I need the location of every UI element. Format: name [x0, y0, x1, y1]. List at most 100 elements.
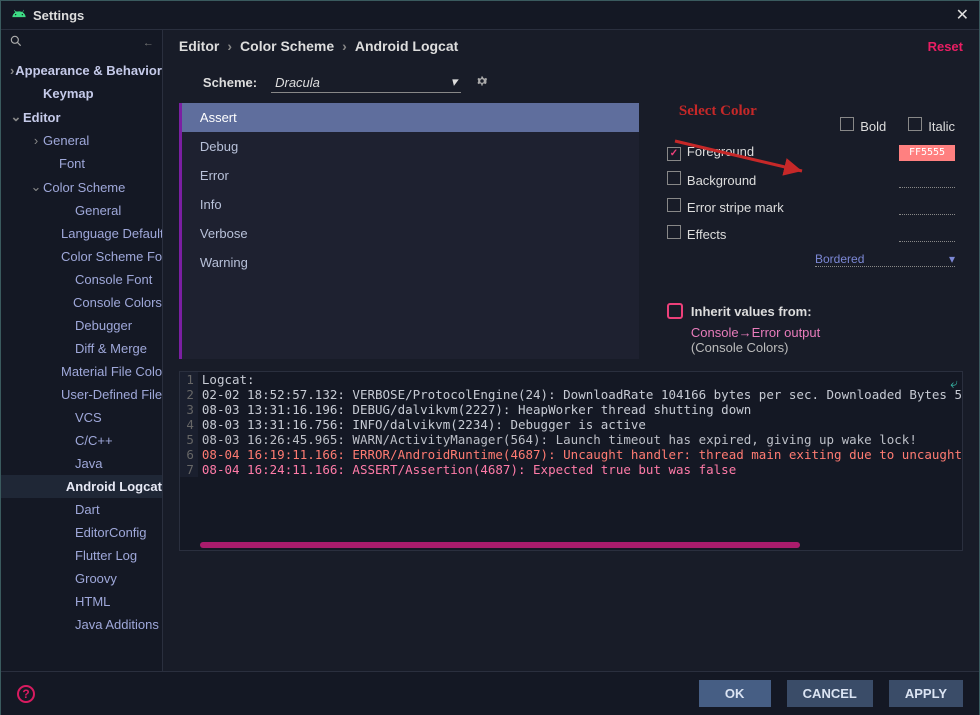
background-option[interactable]: Background	[667, 171, 756, 188]
sidebar-item[interactable]: C/C++	[1, 429, 162, 452]
line-number: 4	[180, 417, 198, 432]
preview-text: 08-04 16:19:11.166: ERROR/AndroidRuntime…	[198, 447, 962, 462]
sidebar-item[interactable]: Color Scheme Font	[1, 245, 162, 268]
sidebar-item[interactable]: Groovy	[1, 567, 162, 590]
sidebar-item[interactable]: Console Colors	[1, 291, 162, 314]
gear-icon[interactable]	[475, 74, 489, 91]
sidebar-item[interactable]: ›Appearance & Behavior	[1, 59, 162, 82]
sidebar-item-label: Android Logcat	[66, 479, 162, 494]
footer: ? OK CANCEL APPLY	[1, 671, 979, 715]
preview-text: 08-03 16:26:45.965: WARN/ActivityManager…	[198, 432, 917, 447]
background-color-swatch[interactable]	[899, 172, 955, 188]
breadcrumb-c: Android Logcat	[355, 38, 458, 54]
preview-line: 202-02 18:52:57.132: VERBOSE/ProtocolEng…	[180, 387, 962, 402]
horizontal-scrollbar[interactable]	[200, 542, 800, 548]
effects-color-swatch[interactable]	[899, 226, 955, 242]
ok-button[interactable]: OK	[699, 680, 771, 707]
scheme-select[interactable]: Dracula ▾	[271, 72, 461, 93]
log-level-list[interactable]: AssertDebugErrorInfoVerboseWarning	[179, 103, 639, 359]
sidebar-item[interactable]: Console Font	[1, 268, 162, 291]
foreground-option[interactable]: Foreground	[667, 144, 754, 161]
sidebar-item[interactable]: Language Defaults	[1, 222, 162, 245]
scheme-label: Scheme:	[203, 75, 257, 90]
search-icon	[9, 34, 23, 51]
sidebar-item[interactable]: Android Logcat	[1, 475, 162, 498]
sidebar-item[interactable]: General	[1, 199, 162, 222]
help-button[interactable]: ?	[17, 685, 35, 703]
log-level-item[interactable]: Warning	[182, 248, 639, 277]
annotation-label: Select Color	[679, 103, 757, 120]
sidebar-item[interactable]: Flutter Log	[1, 544, 162, 567]
log-level-item[interactable]: Verbose	[182, 219, 639, 248]
italic-checkbox[interactable]	[908, 117, 922, 131]
sidebar-item-label: Color Scheme Font	[61, 249, 162, 264]
sidebar-item[interactable]: ⌄Color Scheme	[1, 175, 162, 199]
sidebar-item[interactable]: Debugger	[1, 314, 162, 337]
sidebar-item[interactable]: Dart	[1, 498, 162, 521]
chevron-right-icon: ›	[342, 38, 347, 54]
sidebar-item-label: Material File Colors	[61, 364, 162, 379]
inherit-source-link[interactable]: Console→Error output	[691, 325, 955, 340]
error-stripe-color-swatch[interactable]	[899, 199, 955, 215]
inherit-label: Inherit values from:	[691, 304, 812, 319]
preview-line: 308-03 13:31:16.196: DEBUG/dalvikvm(2227…	[180, 402, 962, 417]
effects-kind-select[interactable]: Bordered ▾	[815, 252, 955, 267]
bold-checkbox[interactable]	[840, 117, 854, 131]
log-level-item[interactable]: Debug	[182, 132, 639, 161]
sidebar-item[interactable]: ⌄Editor	[1, 105, 162, 129]
error-stripe-option[interactable]: Error stripe mark	[667, 198, 784, 215]
sidebar-item[interactable]: User-Defined File Types	[1, 383, 162, 406]
preview-text: 08-03 13:31:16.756: INFO/dalvikvm(2234):…	[198, 417, 646, 432]
sidebar-item[interactable]: Java	[1, 452, 162, 475]
foreground-checkbox[interactable]	[667, 147, 681, 161]
preview-text: 08-03 13:31:16.196: DEBUG/dalvikvm(2227)…	[198, 402, 751, 417]
inherit-checkbox[interactable]	[667, 303, 683, 319]
log-level-item[interactable]: Info	[182, 190, 639, 219]
foreground-color-swatch[interactable]: FF5555	[899, 145, 955, 161]
cancel-button[interactable]: CANCEL	[787, 680, 873, 707]
sidebar-item[interactable]: VCS	[1, 406, 162, 429]
sidebar-item-label: Dart	[75, 502, 100, 517]
chevron-down-icon: ▾	[451, 74, 458, 90]
titlebar: Settings ✕	[1, 1, 979, 30]
settings-tree[interactable]: ›Appearance & BehaviorKeymap⌄Editor›Gene…	[1, 55, 162, 671]
chevron-right-icon: ›	[29, 133, 43, 148]
error-stripe-checkbox[interactable]	[667, 198, 681, 212]
sidebar-item[interactable]: Diff & Merge	[1, 337, 162, 360]
sidebar-item[interactable]: EditorConfig	[1, 521, 162, 544]
apply-button[interactable]: APPLY	[889, 680, 963, 707]
sidebar-item-label: Java Additions	[75, 617, 159, 632]
sidebar-item[interactable]: Java Additions	[1, 613, 162, 636]
search-back-icon[interactable]: ←	[143, 37, 154, 49]
sidebar-item[interactable]: Material File Colors	[1, 360, 162, 383]
sidebar-item-label: VCS	[75, 410, 102, 425]
chevron-down-icon: ⌄	[9, 109, 23, 125]
sidebar-item[interactable]: Font	[1, 152, 162, 175]
breadcrumb-b[interactable]: Color Scheme	[240, 38, 334, 54]
italic-option[interactable]: Italic	[908, 117, 955, 134]
sidebar-item[interactable]: ›General	[1, 129, 162, 152]
soft-wrap-toggle[interactable]: ⤶	[950, 376, 958, 392]
inherit-source-name: (Console Colors)	[691, 340, 955, 355]
sidebar-item-label: Console Font	[75, 272, 152, 287]
sidebar-item[interactable]: HTML	[1, 590, 162, 613]
close-button[interactable]: ✕	[956, 5, 969, 25]
bold-option[interactable]: Bold	[840, 117, 886, 134]
sidebar-item-label: EditorConfig	[75, 525, 147, 540]
sidebar-item-label: Font	[59, 156, 85, 171]
preview-text: Logcat:	[198, 372, 255, 387]
effects-option[interactable]: Effects	[667, 225, 727, 242]
sidebar-item-label: General	[43, 133, 89, 148]
reset-button[interactable]: Reset	[928, 39, 963, 54]
preview-line: 408-03 13:31:16.756: INFO/dalvikvm(2234)…	[180, 417, 962, 432]
log-level-item[interactable]: Assert	[182, 103, 639, 132]
effects-checkbox[interactable]	[667, 225, 681, 239]
breadcrumb-a[interactable]: Editor	[179, 38, 219, 54]
sidebar-item[interactable]: Keymap	[1, 82, 162, 105]
sidebar-item-label: Keymap	[43, 86, 94, 101]
search-row[interactable]: ←	[1, 30, 162, 55]
line-number: 6	[180, 447, 198, 462]
log-level-item[interactable]: Error	[182, 161, 639, 190]
line-number: 7	[180, 462, 198, 477]
background-checkbox[interactable]	[667, 171, 681, 185]
